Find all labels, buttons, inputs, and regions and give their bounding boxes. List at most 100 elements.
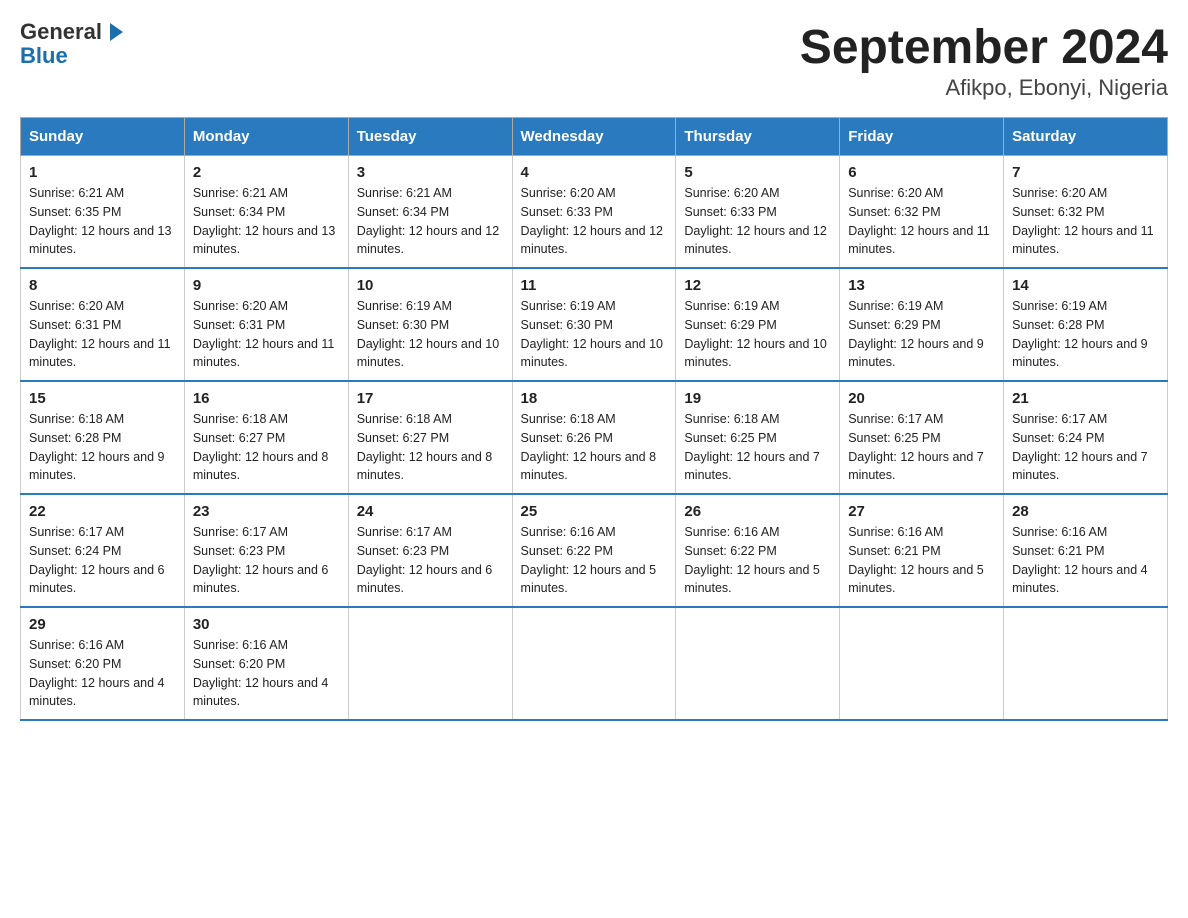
day-number: 17: [357, 390, 504, 407]
col-thursday: Thursday: [676, 118, 840, 156]
table-row: 30 Sunrise: 6:16 AMSunset: 6:20 PMDaylig…: [184, 607, 348, 720]
calendar-week-row: 8 Sunrise: 6:20 AMSunset: 6:31 PMDayligh…: [21, 268, 1168, 381]
table-row: 26 Sunrise: 6:16 AMSunset: 6:22 PMDaylig…: [676, 494, 840, 607]
day-number: 11: [521, 277, 668, 294]
table-row: 8 Sunrise: 6:20 AMSunset: 6:31 PMDayligh…: [21, 268, 185, 381]
day-info: Sunrise: 6:21 AMSunset: 6:34 PMDaylight:…: [357, 186, 499, 256]
day-number: 15: [29, 390, 176, 407]
day-number: 13: [848, 277, 995, 294]
day-number: 21: [1012, 390, 1159, 407]
day-info: Sunrise: 6:17 AMSunset: 6:24 PMDaylight:…: [1012, 412, 1148, 482]
table-row: 13 Sunrise: 6:19 AMSunset: 6:29 PMDaylig…: [840, 268, 1004, 381]
table-row: 9 Sunrise: 6:20 AMSunset: 6:31 PMDayligh…: [184, 268, 348, 381]
table-row: 29 Sunrise: 6:16 AMSunset: 6:20 PMDaylig…: [21, 607, 185, 720]
calendar-week-row: 22 Sunrise: 6:17 AMSunset: 6:24 PMDaylig…: [21, 494, 1168, 607]
day-info: Sunrise: 6:20 AMSunset: 6:31 PMDaylight:…: [193, 299, 335, 369]
day-number: 26: [684, 503, 831, 520]
table-row: 16 Sunrise: 6:18 AMSunset: 6:27 PMDaylig…: [184, 381, 348, 494]
table-row: 18 Sunrise: 6:18 AMSunset: 6:26 PMDaylig…: [512, 381, 676, 494]
col-sunday: Sunday: [21, 118, 185, 156]
col-tuesday: Tuesday: [348, 118, 512, 156]
calendar-week-row: 29 Sunrise: 6:16 AMSunset: 6:20 PMDaylig…: [21, 607, 1168, 720]
calendar-week-row: 1 Sunrise: 6:21 AMSunset: 6:35 PMDayligh…: [21, 156, 1168, 269]
table-row: 22 Sunrise: 6:17 AMSunset: 6:24 PMDaylig…: [21, 494, 185, 607]
day-number: 20: [848, 390, 995, 407]
page-title: September 2024: [800, 20, 1168, 75]
day-info: Sunrise: 6:21 AMSunset: 6:35 PMDaylight:…: [29, 186, 171, 256]
table-row: 15 Sunrise: 6:18 AMSunset: 6:28 PMDaylig…: [21, 381, 185, 494]
table-row: 23 Sunrise: 6:17 AMSunset: 6:23 PMDaylig…: [184, 494, 348, 607]
logo-general-text: General: [20, 19, 102, 44]
day-info: Sunrise: 6:20 AMSunset: 6:32 PMDaylight:…: [848, 186, 990, 256]
day-number: 14: [1012, 277, 1159, 294]
table-row: 7 Sunrise: 6:20 AMSunset: 6:32 PMDayligh…: [1004, 156, 1168, 269]
day-info: Sunrise: 6:20 AMSunset: 6:32 PMDaylight:…: [1012, 186, 1154, 256]
day-number: 9: [193, 277, 340, 294]
day-info: Sunrise: 6:19 AMSunset: 6:29 PMDaylight:…: [848, 299, 984, 369]
day-info: Sunrise: 6:20 AMSunset: 6:31 PMDaylight:…: [29, 299, 171, 369]
table-row: [676, 607, 840, 720]
day-number: 7: [1012, 164, 1159, 181]
table-row: [348, 607, 512, 720]
day-info: Sunrise: 6:20 AMSunset: 6:33 PMDaylight:…: [684, 186, 826, 256]
day-info: Sunrise: 6:18 AMSunset: 6:26 PMDaylight:…: [521, 412, 657, 482]
day-info: Sunrise: 6:16 AMSunset: 6:21 PMDaylight:…: [848, 525, 984, 595]
table-row: 1 Sunrise: 6:21 AMSunset: 6:35 PMDayligh…: [21, 156, 185, 269]
page-subtitle: Afikpo, Ebonyi, Nigeria: [800, 75, 1168, 101]
day-number: 4: [521, 164, 668, 181]
table-row: 25 Sunrise: 6:16 AMSunset: 6:22 PMDaylig…: [512, 494, 676, 607]
day-info: Sunrise: 6:18 AMSunset: 6:27 PMDaylight:…: [193, 412, 329, 482]
day-number: 28: [1012, 503, 1159, 520]
day-number: 18: [521, 390, 668, 407]
table-row: 11 Sunrise: 6:19 AMSunset: 6:30 PMDaylig…: [512, 268, 676, 381]
col-friday: Friday: [840, 118, 1004, 156]
day-number: 29: [29, 616, 176, 633]
day-info: Sunrise: 6:16 AMSunset: 6:21 PMDaylight:…: [1012, 525, 1148, 595]
table-row: 4 Sunrise: 6:20 AMSunset: 6:33 PMDayligh…: [512, 156, 676, 269]
table-row: 5 Sunrise: 6:20 AMSunset: 6:33 PMDayligh…: [676, 156, 840, 269]
table-row: 28 Sunrise: 6:16 AMSunset: 6:21 PMDaylig…: [1004, 494, 1168, 607]
day-info: Sunrise: 6:17 AMSunset: 6:25 PMDaylight:…: [848, 412, 984, 482]
page-header: General Blue September 2024 Afikpo, Ebon…: [20, 20, 1168, 101]
day-info: Sunrise: 6:16 AMSunset: 6:22 PMDaylight:…: [521, 525, 657, 595]
day-number: 6: [848, 164, 995, 181]
table-row: [512, 607, 676, 720]
day-info: Sunrise: 6:19 AMSunset: 6:28 PMDaylight:…: [1012, 299, 1148, 369]
col-saturday: Saturday: [1004, 118, 1168, 156]
calendar-table: Sunday Monday Tuesday Wednesday Thursday…: [20, 117, 1168, 721]
table-row: 14 Sunrise: 6:19 AMSunset: 6:28 PMDaylig…: [1004, 268, 1168, 381]
logo-triangle-icon: [110, 23, 123, 41]
table-row: 24 Sunrise: 6:17 AMSunset: 6:23 PMDaylig…: [348, 494, 512, 607]
table-row: 6 Sunrise: 6:20 AMSunset: 6:32 PMDayligh…: [840, 156, 1004, 269]
day-info: Sunrise: 6:19 AMSunset: 6:29 PMDaylight:…: [684, 299, 826, 369]
table-row: [840, 607, 1004, 720]
table-row: 20 Sunrise: 6:17 AMSunset: 6:25 PMDaylig…: [840, 381, 1004, 494]
day-number: 22: [29, 503, 176, 520]
day-info: Sunrise: 6:18 AMSunset: 6:28 PMDaylight:…: [29, 412, 165, 482]
day-number: 27: [848, 503, 995, 520]
table-row: 17 Sunrise: 6:18 AMSunset: 6:27 PMDaylig…: [348, 381, 512, 494]
day-info: Sunrise: 6:16 AMSunset: 6:20 PMDaylight:…: [29, 638, 165, 708]
day-number: 19: [684, 390, 831, 407]
day-number: 12: [684, 277, 831, 294]
day-info: Sunrise: 6:16 AMSunset: 6:20 PMDaylight:…: [193, 638, 329, 708]
table-row: 19 Sunrise: 6:18 AMSunset: 6:25 PMDaylig…: [676, 381, 840, 494]
day-number: 30: [193, 616, 340, 633]
day-info: Sunrise: 6:17 AMSunset: 6:24 PMDaylight:…: [29, 525, 165, 595]
day-number: 8: [29, 277, 176, 294]
day-number: 16: [193, 390, 340, 407]
day-number: 3: [357, 164, 504, 181]
day-info: Sunrise: 6:19 AMSunset: 6:30 PMDaylight:…: [357, 299, 499, 369]
col-monday: Monday: [184, 118, 348, 156]
table-row: 10 Sunrise: 6:19 AMSunset: 6:30 PMDaylig…: [348, 268, 512, 381]
day-info: Sunrise: 6:17 AMSunset: 6:23 PMDaylight:…: [193, 525, 329, 595]
table-row: 12 Sunrise: 6:19 AMSunset: 6:29 PMDaylig…: [676, 268, 840, 381]
day-number: 2: [193, 164, 340, 181]
day-info: Sunrise: 6:20 AMSunset: 6:33 PMDaylight:…: [521, 186, 663, 256]
day-number: 5: [684, 164, 831, 181]
table-row: 2 Sunrise: 6:21 AMSunset: 6:34 PMDayligh…: [184, 156, 348, 269]
day-number: 24: [357, 503, 504, 520]
title-block: September 2024 Afikpo, Ebonyi, Nigeria: [800, 20, 1168, 101]
col-wednesday: Wednesday: [512, 118, 676, 156]
day-info: Sunrise: 6:17 AMSunset: 6:23 PMDaylight:…: [357, 525, 493, 595]
